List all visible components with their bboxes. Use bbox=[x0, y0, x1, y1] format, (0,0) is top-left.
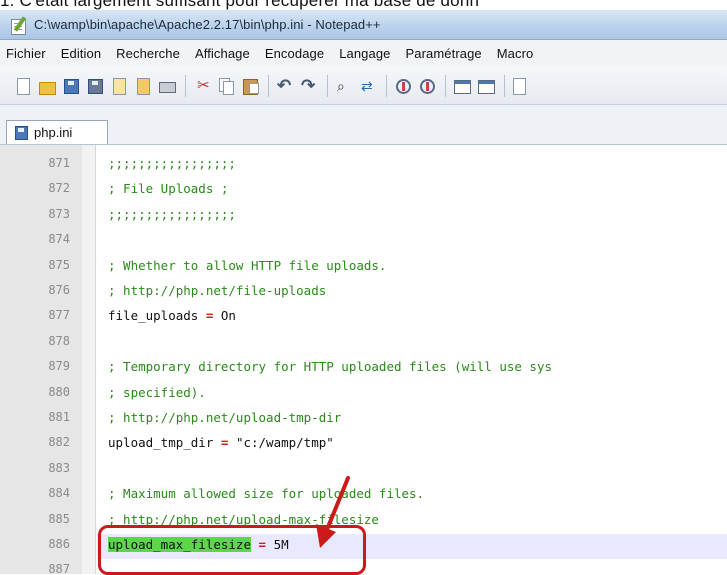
code-line[interactable]: 873;;;;;;;;;;;;;;;;; bbox=[0, 204, 727, 229]
undo-icon[interactable]: ↶ bbox=[276, 77, 294, 95]
code-token: "c:/wamp/tmp" bbox=[228, 435, 334, 451]
toolbar-separator bbox=[185, 74, 186, 97]
title-bar: C:\wamp\bin\apache\Apache2.2.17\bin\php.… bbox=[0, 10, 727, 40]
menu-fichier[interactable]: Fichier bbox=[6, 46, 46, 61]
line-number: 884 bbox=[48, 486, 70, 501]
wrap-icon[interactable] bbox=[512, 77, 530, 95]
code-line[interactable]: 879 ; Temporary directory for HTTP upload… bbox=[0, 356, 727, 381]
line-number: 885 bbox=[48, 511, 70, 526]
redo-icon[interactable]: ↷ bbox=[300, 77, 318, 95]
code-comment: ; File Uploads ; bbox=[108, 181, 229, 197]
code-line[interactable]: 875 ; Whether to allow HTTP file uploads. bbox=[0, 255, 727, 280]
code-token: upload_tmp_dir bbox=[108, 435, 221, 451]
code-text: ;;;;;;;;;;;;;;;;; bbox=[108, 156, 236, 171]
code-line[interactable]: 871;;;;;;;;;;;;;;;;; bbox=[0, 153, 727, 178]
new-file-icon[interactable] bbox=[14, 77, 32, 95]
menu-edition[interactable]: Edition bbox=[61, 46, 101, 61]
sync-vertical-icon[interactable] bbox=[453, 77, 471, 95]
code-line[interactable]: 878 bbox=[0, 331, 727, 356]
paste-icon[interactable] bbox=[241, 77, 259, 95]
code-comment: ; http://php.net/upload-tmp-dir bbox=[108, 410, 342, 425]
code-text: ; Whether to allow HTTP file uploads. bbox=[108, 258, 386, 273]
code-line[interactable]: 883 bbox=[0, 458, 727, 483]
toolbar-separator bbox=[445, 74, 446, 97]
line-number: 887 bbox=[48, 562, 70, 574]
code-line[interactable]: 882 upload_tmp_dir = "c:/wamp/tmp" bbox=[0, 432, 727, 457]
code-line[interactable]: 877 file_uploads = On bbox=[0, 305, 727, 330]
saved-file-icon bbox=[15, 125, 28, 140]
red-highlight-box bbox=[98, 525, 366, 575]
cut-icon[interactable]: ✂ bbox=[193, 77, 211, 95]
code-comment: ; Whether to allow HTTP file uploads. bbox=[108, 257, 387, 273]
sync-horizontal-icon[interactable] bbox=[477, 77, 495, 95]
code-text: ;;;;;;;;;;;;;;;;; bbox=[108, 207, 236, 222]
save-all-icon[interactable] bbox=[86, 77, 104, 95]
code-line[interactable]: 880 ; specified). bbox=[0, 382, 727, 407]
toolbar-separator bbox=[268, 74, 269, 97]
code-comment: ; specified). bbox=[108, 384, 206, 400]
code-line[interactable]: 881 ; http://php.net/upload-tmp-dir bbox=[0, 407, 727, 432]
menu-bar: Fichier Edition Recherche Affichage Enco… bbox=[0, 40, 727, 67]
line-number: 873 bbox=[48, 206, 70, 221]
line-number: 880 bbox=[48, 384, 70, 399]
menu-parametrage[interactable]: Paramétrage bbox=[406, 46, 482, 61]
close-all-icon[interactable] bbox=[134, 77, 152, 95]
tab-php-ini[interactable]: php.ini bbox=[6, 120, 108, 144]
close-icon[interactable] bbox=[110, 77, 128, 95]
toolbar-separator bbox=[327, 74, 328, 97]
code-text: ; http://php.net/upload-tmp-dir bbox=[108, 410, 341, 425]
menu-langage[interactable]: Langage bbox=[339, 46, 390, 61]
save-icon[interactable] bbox=[62, 77, 80, 95]
code-line[interactable]: 872 ; File Uploads ; bbox=[0, 178, 727, 203]
menu-recherche[interactable]: Recherche bbox=[116, 46, 180, 61]
line-number: 882 bbox=[48, 435, 70, 450]
line-number: 879 bbox=[48, 359, 70, 374]
code-text: upload_tmp_dir = "c:/wamp/tmp" bbox=[108, 435, 334, 450]
line-number: 883 bbox=[48, 460, 70, 475]
code-comment: ; http://php.net/file-uploads bbox=[108, 283, 327, 298]
code-text: ; Temporary directory for HTTP uploaded … bbox=[108, 359, 552, 374]
code-text: ; File Uploads ; bbox=[108, 181, 228, 196]
code-line[interactable]: 874 bbox=[0, 229, 727, 254]
code-comment: ;;;;;;;;;;;;;;;;; bbox=[108, 156, 236, 171]
code-token: file_uploads bbox=[108, 308, 206, 324]
find-icon[interactable]: ⌕ bbox=[335, 77, 353, 95]
line-number: 871 bbox=[48, 156, 70, 170]
code-text: ; http://php.net/file-uploads bbox=[108, 283, 326, 298]
code-text: file_uploads = On bbox=[108, 308, 236, 323]
line-number: 875 bbox=[48, 257, 70, 272]
line-number: 872 bbox=[48, 181, 70, 196]
window-title: C:\wamp\bin\apache\Apache2.2.17\bin\php.… bbox=[34, 17, 381, 32]
code-line[interactable]: 884 ; Maximum allowed size for uploaded f… bbox=[0, 483, 727, 508]
menu-affichage[interactable]: Affichage bbox=[195, 46, 250, 61]
line-number: 877 bbox=[48, 308, 70, 323]
tab-bar: php.ini bbox=[0, 105, 727, 145]
line-number: 874 bbox=[48, 232, 70, 247]
toolbar-separator bbox=[386, 74, 387, 97]
code-text: ; Maximum allowed size for uploaded file… bbox=[108, 486, 424, 501]
code-line[interactable]: 876 ; http://php.net/file-uploads bbox=[0, 280, 727, 305]
toolbar-separator bbox=[504, 74, 505, 97]
tab-label: php.ini bbox=[34, 125, 73, 140]
line-number: 881 bbox=[48, 410, 70, 424]
code-comment: ; Temporary directory for HTTP uploaded … bbox=[108, 359, 553, 375]
zoom-out-icon[interactable] bbox=[418, 77, 436, 95]
line-number: 886 bbox=[48, 537, 70, 551]
menu-encodage[interactable]: Encodage bbox=[265, 46, 324, 61]
line-number: 876 bbox=[48, 283, 70, 297]
notepad-plus-plus-icon bbox=[10, 15, 28, 35]
code-comment: ; Maximum allowed size for uploaded file… bbox=[108, 486, 425, 502]
code-editor[interactable]: 871;;;;;;;;;;;;;;;;; 872; File Uploads ; 8… bbox=[0, 145, 727, 574]
code-comment: ;;;;;;;;;;;;;;;;; bbox=[108, 206, 236, 222]
code-token: On bbox=[213, 308, 236, 324]
copy-icon[interactable] bbox=[217, 77, 235, 95]
open-folder-icon[interactable] bbox=[38, 77, 56, 95]
zoom-in-icon[interactable] bbox=[394, 77, 412, 95]
code-text: ; specified). bbox=[108, 385, 206, 400]
toolbar: ✂ ↶ ↷ ⌕ ⇄ bbox=[0, 67, 727, 105]
print-icon[interactable] bbox=[158, 77, 176, 95]
menu-macro[interactable]: Macro bbox=[497, 46, 534, 61]
replace-icon[interactable]: ⇄ bbox=[359, 77, 377, 95]
line-number: 878 bbox=[48, 333, 70, 348]
